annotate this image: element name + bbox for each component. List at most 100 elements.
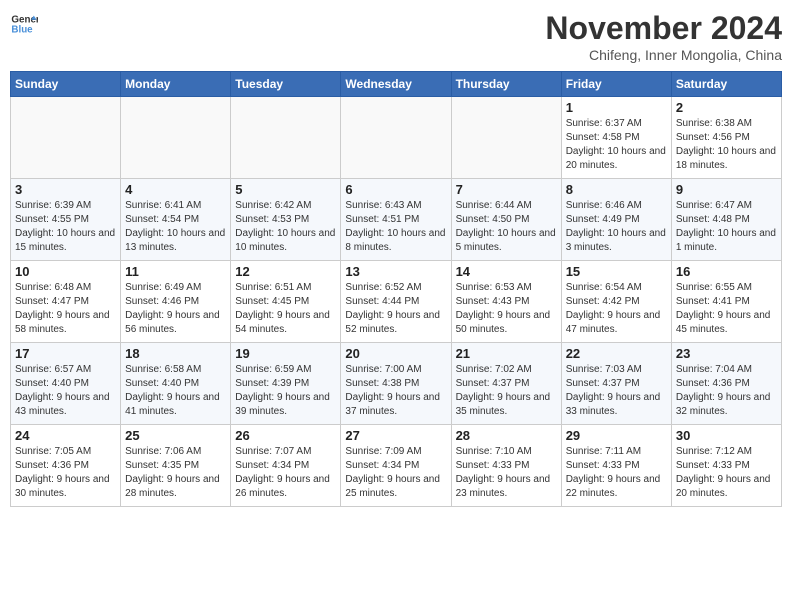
day-number: 15: [566, 264, 667, 279]
day-number: 7: [456, 182, 557, 197]
day-info: Sunrise: 6:48 AM Sunset: 4:47 PM Dayligh…: [15, 281, 116, 337]
day-number: 17: [15, 346, 116, 361]
calendar-empty-cell: [11, 97, 121, 179]
month-title: November 2024: [545, 10, 782, 47]
page-header: General Blue November 2024 Chifeng, Inne…: [10, 10, 782, 63]
day-info: Sunrise: 6:39 AM Sunset: 4:55 PM Dayligh…: [15, 199, 116, 255]
calendar-empty-cell: [231, 97, 341, 179]
calendar-day-cell: 30 Sunrise: 7:12 AM Sunset: 4:33 PM Dayli…: [671, 425, 781, 507]
calendar-day-cell: 1 Sunrise: 6:37 AM Sunset: 4:58 PM Daylig…: [561, 97, 671, 179]
calendar-day-cell: 29 Sunrise: 7:11 AM Sunset: 4:33 PM Dayli…: [561, 425, 671, 507]
calendar-day-cell: 16 Sunrise: 6:55 AM Sunset: 4:41 PM Dayli…: [671, 261, 781, 343]
day-info: Sunrise: 6:49 AM Sunset: 4:46 PM Dayligh…: [125, 281, 226, 337]
day-info: Sunrise: 7:06 AM Sunset: 4:35 PM Dayligh…: [125, 445, 226, 501]
day-number: 16: [676, 264, 777, 279]
calendar-day-cell: 11Sunrise: 6:49 AM Sunset: 4:46 PM Dayli…: [121, 261, 231, 343]
day-number: 29: [566, 428, 667, 443]
calendar-day-cell: 9 Sunrise: 6:47 AM Sunset: 4:48 PM Daylig…: [671, 179, 781, 261]
calendar-day-cell: 7 Sunrise: 6:44 AM Sunset: 4:50 PM Daylig…: [451, 179, 561, 261]
day-info: Sunrise: 7:02 AM Sunset: 4:37 PM Dayligh…: [456, 363, 557, 419]
day-number: 22: [566, 346, 667, 361]
calendar-day-cell: 13Sunrise: 6:52 AM Sunset: 4:44 PM Dayli…: [341, 261, 451, 343]
day-number: 30: [676, 428, 777, 443]
day-info: Sunrise: 6:47 AM Sunset: 4:48 PM Dayligh…: [676, 199, 777, 255]
calendar-day-cell: 4Sunrise: 6:41 AM Sunset: 4:54 PM Daylig…: [121, 179, 231, 261]
calendar-day-cell: 17 Sunrise: 6:57 AM Sunset: 4:40 PM Dayli…: [11, 343, 121, 425]
day-number: 12: [235, 264, 336, 279]
day-info: Sunrise: 7:04 AM Sunset: 4:36 PM Dayligh…: [676, 363, 777, 419]
calendar-header-row: SundayMondayTuesdayWednesdayThursdayFrid…: [11, 72, 782, 97]
day-info: Sunrise: 6:54 AM Sunset: 4:42 PM Dayligh…: [566, 281, 667, 337]
day-number: 21: [456, 346, 557, 361]
day-number: 25: [125, 428, 226, 443]
day-info: Sunrise: 6:43 AM Sunset: 4:51 PM Dayligh…: [345, 199, 446, 255]
day-number: 9: [676, 182, 777, 197]
calendar-week-row: 24 Sunrise: 7:05 AM Sunset: 4:36 PM Dayli…: [11, 425, 782, 507]
calendar-day-cell: 22Sunrise: 7:03 AM Sunset: 4:37 PM Dayli…: [561, 343, 671, 425]
day-number: 13: [345, 264, 446, 279]
calendar-day-cell: 25 Sunrise: 7:06 AM Sunset: 4:35 PM Dayli…: [121, 425, 231, 507]
calendar-day-cell: 15 Sunrise: 6:54 AM Sunset: 4:42 PM Dayli…: [561, 261, 671, 343]
calendar-day-header: Thursday: [451, 72, 561, 97]
day-number: 5: [235, 182, 336, 197]
day-info: Sunrise: 6:44 AM Sunset: 4:50 PM Dayligh…: [456, 199, 557, 255]
day-number: 1: [566, 100, 667, 115]
calendar-day-header: Wednesday: [341, 72, 451, 97]
day-number: 24: [15, 428, 116, 443]
calendar-day-header: Saturday: [671, 72, 781, 97]
calendar-day-cell: 21 Sunrise: 7:02 AM Sunset: 4:37 PM Dayli…: [451, 343, 561, 425]
day-number: 8: [566, 182, 667, 197]
calendar-day-cell: 14Sunrise: 6:53 AM Sunset: 4:43 PM Dayli…: [451, 261, 561, 343]
day-info: Sunrise: 7:12 AM Sunset: 4:33 PM Dayligh…: [676, 445, 777, 501]
day-info: Sunrise: 7:11 AM Sunset: 4:33 PM Dayligh…: [566, 445, 667, 501]
day-info: Sunrise: 6:37 AM Sunset: 4:58 PM Dayligh…: [566, 117, 667, 173]
day-number: 27: [345, 428, 446, 443]
day-number: 6: [345, 182, 446, 197]
day-number: 19: [235, 346, 336, 361]
calendar-day-cell: 28 Sunrise: 7:10 AM Sunset: 4:33 PM Dayli…: [451, 425, 561, 507]
day-info: Sunrise: 6:59 AM Sunset: 4:39 PM Dayligh…: [235, 363, 336, 419]
calendar-empty-cell: [121, 97, 231, 179]
calendar-empty-cell: [341, 97, 451, 179]
location: Chifeng, Inner Mongolia, China: [545, 47, 782, 63]
calendar-day-header: Friday: [561, 72, 671, 97]
day-info: Sunrise: 6:51 AM Sunset: 4:45 PM Dayligh…: [235, 281, 336, 337]
calendar-day-cell: 26Sunrise: 7:07 AM Sunset: 4:34 PM Dayli…: [231, 425, 341, 507]
calendar-day-cell: 19 Sunrise: 6:59 AM Sunset: 4:39 PM Dayli…: [231, 343, 341, 425]
day-number: 18: [125, 346, 226, 361]
calendar-week-row: 10 Sunrise: 6:48 AM Sunset: 4:47 PM Dayli…: [11, 261, 782, 343]
day-info: Sunrise: 6:57 AM Sunset: 4:40 PM Dayligh…: [15, 363, 116, 419]
day-info: Sunrise: 7:10 AM Sunset: 4:33 PM Dayligh…: [456, 445, 557, 501]
calendar-day-header: Tuesday: [231, 72, 341, 97]
day-number: 10: [15, 264, 116, 279]
calendar-day-cell: 10 Sunrise: 6:48 AM Sunset: 4:47 PM Dayli…: [11, 261, 121, 343]
calendar-empty-cell: [451, 97, 561, 179]
calendar-week-row: 17 Sunrise: 6:57 AM Sunset: 4:40 PM Dayli…: [11, 343, 782, 425]
calendar-day-cell: 20 Sunrise: 7:00 AM Sunset: 4:38 PM Dayli…: [341, 343, 451, 425]
day-info: Sunrise: 6:38 AM Sunset: 4:56 PM Dayligh…: [676, 117, 777, 173]
day-number: 28: [456, 428, 557, 443]
day-info: Sunrise: 6:41 AM Sunset: 4:54 PM Dayligh…: [125, 199, 226, 255]
logo: General Blue: [10, 10, 38, 38]
calendar-day-cell: 24 Sunrise: 7:05 AM Sunset: 4:36 PM Dayli…: [11, 425, 121, 507]
calendar-day-cell: 6 Sunrise: 6:43 AM Sunset: 4:51 PM Daylig…: [341, 179, 451, 261]
day-info: Sunrise: 6:46 AM Sunset: 4:49 PM Dayligh…: [566, 199, 667, 255]
logo-icon: General Blue: [10, 10, 38, 38]
calendar-day-cell: 23Sunrise: 7:04 AM Sunset: 4:36 PM Dayli…: [671, 343, 781, 425]
day-number: 3: [15, 182, 116, 197]
svg-text:Blue: Blue: [11, 24, 33, 35]
calendar-day-cell: 3 Sunrise: 6:39 AM Sunset: 4:55 PM Daylig…: [11, 179, 121, 261]
day-number: 20: [345, 346, 446, 361]
calendar-table: SundayMondayTuesdayWednesdayThursdayFrid…: [10, 71, 782, 507]
day-number: 14: [456, 264, 557, 279]
title-block: November 2024 Chifeng, Inner Mongolia, C…: [545, 10, 782, 63]
day-info: Sunrise: 7:05 AM Sunset: 4:36 PM Dayligh…: [15, 445, 116, 501]
calendar-day-cell: 5Sunrise: 6:42 AM Sunset: 4:53 PM Daylig…: [231, 179, 341, 261]
calendar-week-row: 1 Sunrise: 6:37 AM Sunset: 4:58 PM Daylig…: [11, 97, 782, 179]
day-number: 2: [676, 100, 777, 115]
day-info: Sunrise: 6:55 AM Sunset: 4:41 PM Dayligh…: [676, 281, 777, 337]
day-info: Sunrise: 7:07 AM Sunset: 4:34 PM Dayligh…: [235, 445, 336, 501]
calendar-day-cell: 8 Sunrise: 6:46 AM Sunset: 4:49 PM Daylig…: [561, 179, 671, 261]
day-info: Sunrise: 7:00 AM Sunset: 4:38 PM Dayligh…: [345, 363, 446, 419]
calendar-day-cell: 27Sunrise: 7:09 AM Sunset: 4:34 PM Dayli…: [341, 425, 451, 507]
